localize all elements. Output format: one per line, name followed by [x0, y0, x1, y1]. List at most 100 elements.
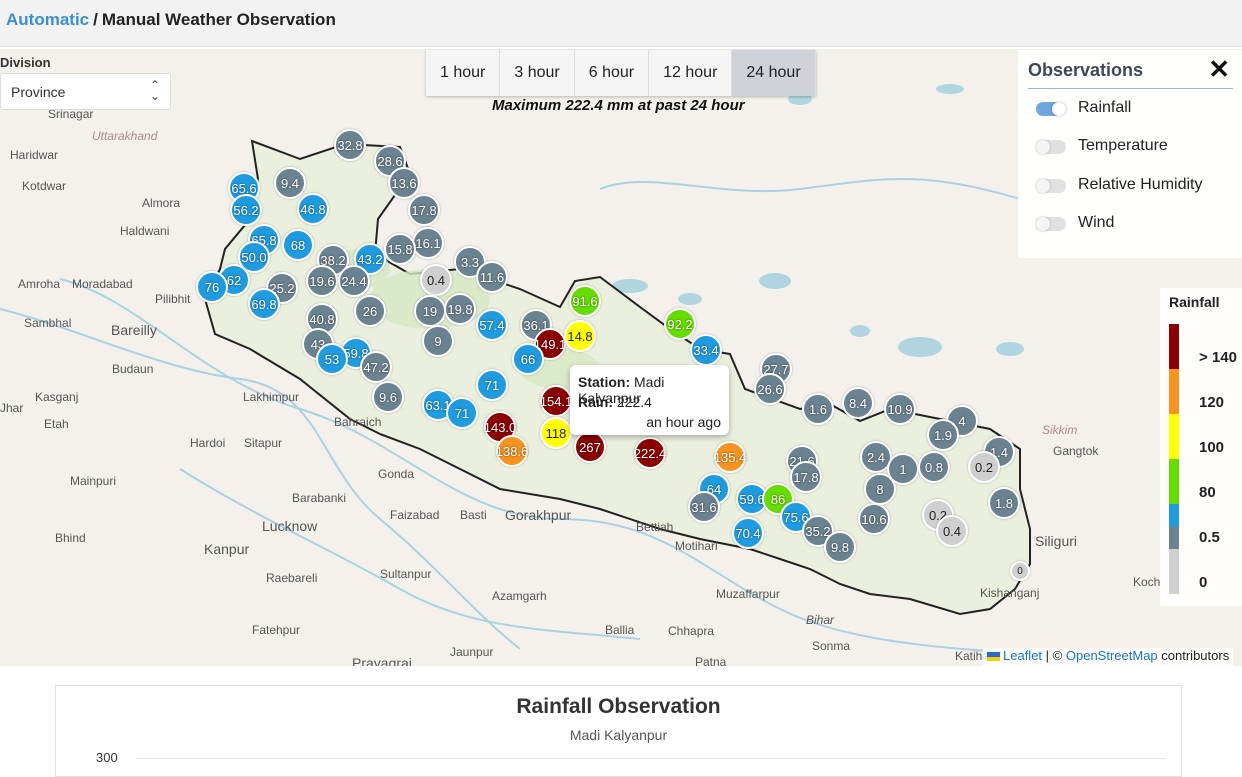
- toggle-switch[interactable]: [1036, 217, 1066, 231]
- rainfall-marker[interactable]: 31.6: [688, 491, 720, 523]
- rainfall-marker[interactable]: 76: [196, 271, 228, 303]
- rainfall-marker[interactable]: 71: [446, 397, 478, 429]
- place-label: Lucknow: [262, 518, 318, 534]
- place-label: Gonda: [378, 467, 415, 481]
- place-label: Raebareli: [266, 571, 318, 585]
- ukraine-flag-icon: [987, 652, 1000, 662]
- rainfall-marker[interactable]: 47.2: [360, 351, 392, 383]
- rainfall-marker[interactable]: 10.9: [884, 393, 916, 425]
- rainfall-marker[interactable]: 11.6: [476, 261, 508, 293]
- tab-24-hour[interactable]: 24 hour: [732, 50, 816, 96]
- close-icon[interactable]: ✕: [1208, 54, 1230, 85]
- rainfall-marker[interactable]: 32.8: [334, 129, 366, 161]
- place-label: Moradabad: [72, 277, 133, 291]
- tab-6-hour[interactable]: 6 hour: [575, 50, 650, 96]
- rainfall-marker[interactable]: 0.2: [968, 451, 1000, 483]
- rainfall-marker[interactable]: 0.8: [918, 451, 950, 483]
- popup-station-label: Station:: [578, 374, 631, 390]
- rainfall-marker[interactable]: 19.8: [444, 293, 476, 325]
- rainfall-marker[interactable]: 19.6: [306, 265, 338, 297]
- station-popup: Station: Madi Kalyanpur Rain: 222.4 an h…: [570, 365, 729, 435]
- place-label: Uttarakhand: [92, 129, 158, 143]
- rainfall-marker[interactable]: 92.2: [664, 308, 696, 340]
- rainfall-marker[interactable]: 53: [316, 343, 348, 375]
- place-label: Almora: [142, 196, 181, 210]
- chart-subtitle: Madi Kalyanpur: [569, 727, 668, 743]
- legend-tick: 80: [1199, 484, 1216, 501]
- rainfall-marker[interactable]: 14.8: [564, 320, 596, 352]
- legend-tick: 0.5: [1199, 529, 1220, 546]
- rainfall-marker[interactable]: 8: [864, 473, 896, 505]
- rainfall-marker[interactable]: 138.6: [496, 435, 528, 467]
- place-label: Lakhimpur: [243, 390, 300, 404]
- rainfall-marker[interactable]: 9: [422, 325, 454, 357]
- rainfall-marker[interactable]: 0.4: [936, 515, 968, 547]
- division-select[interactable]: Province ⌃ ⌄: [0, 73, 171, 110]
- rainfall-marker[interactable]: 267: [574, 431, 606, 463]
- leaflet-link[interactable]: Leaflet: [1003, 648, 1042, 663]
- tab-1-hour[interactable]: 1 hour: [426, 50, 501, 96]
- map-attribution: Leaflet | © OpenStreetMap contributors: [983, 648, 1234, 666]
- place-label: Chhapra: [668, 624, 715, 638]
- max-rainfall-text: Maximum 222.4 mm at past 24 hour: [492, 97, 745, 114]
- rainfall-marker[interactable]: 9.4: [274, 167, 306, 199]
- rainfall-marker[interactable]: 8.4: [842, 387, 874, 419]
- place-label: Jhar: [0, 401, 24, 415]
- rainfall-marker[interactable]: 9.8: [824, 531, 856, 563]
- rainfall-marker[interactable]: 26: [354, 295, 386, 327]
- rainfall-marker[interactable]: 68: [282, 229, 314, 261]
- rainfall-marker[interactable]: 57.4: [476, 309, 508, 341]
- place-label: Sultanpur: [380, 567, 432, 581]
- rainfall-marker[interactable]: 10.6: [858, 503, 890, 535]
- rainfall-marker[interactable]: 118: [540, 417, 572, 449]
- rainfall-marker[interactable]: 0.4: [420, 264, 452, 296]
- tab-12-hour[interactable]: 12 hour: [649, 50, 733, 96]
- division-label: Division: [0, 55, 51, 70]
- rainfall-marker[interactable]: 70.4: [732, 517, 764, 549]
- popup-rain-value: 222.4: [616, 394, 652, 410]
- place-label: Haridwar: [10, 148, 59, 162]
- rainfall-marker[interactable]: 154.1: [540, 385, 572, 417]
- rainfall-marker[interactable]: 1.9: [927, 419, 959, 451]
- place-label: Siliguri: [1035, 533, 1078, 549]
- rainfall-marker[interactable]: 0: [1010, 561, 1030, 581]
- osm-link[interactable]: OpenStreetMap: [1066, 648, 1158, 663]
- rainfall-marker[interactable]: 46.8: [297, 193, 329, 225]
- rainfall-marker[interactable]: 16.1: [412, 227, 444, 259]
- rainfall-marker[interactable]: 66: [512, 343, 544, 375]
- place-label: Gorakhpur: [505, 507, 572, 523]
- rainfall-marker[interactable]: 1.6: [802, 393, 834, 425]
- rainfall-marker[interactable]: 33.4: [690, 334, 722, 366]
- rainfall-marker[interactable]: 135.4: [714, 441, 746, 473]
- place-label: Kanpur: [204, 541, 250, 557]
- tab-3-hour[interactable]: 3 hour: [500, 50, 575, 96]
- breadcrumb-automatic-link[interactable]: Automatic: [6, 10, 89, 29]
- observations-panel: Observations ✕ Rainfall Temperature Rela…: [1018, 50, 1242, 258]
- place-label: Budaun: [112, 362, 154, 376]
- rainfall-marker[interactable]: 1.8: [988, 487, 1020, 519]
- toggle-label: Relative Humidity: [1078, 176, 1203, 193]
- rainfall-marker[interactable]: 56.2: [230, 194, 262, 226]
- place-label: Prayagraj: [352, 655, 412, 666]
- place-label: Kishanganj: [980, 586, 1040, 600]
- rainfall-marker[interactable]: 9.6: [372, 381, 404, 413]
- place-label: Patna: [695, 655, 727, 666]
- toggle-switch[interactable]: [1036, 179, 1066, 193]
- rainfall-marker[interactable]: 13.6: [388, 167, 420, 199]
- place-label: Motihari: [675, 539, 718, 553]
- place-label: Pilibhit: [155, 292, 191, 306]
- rainfall-marker[interactable]: 17.8: [790, 461, 822, 493]
- rainfall-marker[interactable]: 15.8: [384, 233, 416, 265]
- rainfall-marker[interactable]: 26.6: [754, 373, 786, 405]
- rainfall-marker[interactable]: 71: [476, 369, 508, 401]
- breadcrumb: Automatic / Manual Weather Observation: [6, 10, 336, 30]
- rainfall-marker[interactable]: 19: [414, 295, 446, 327]
- rainfall-marker[interactable]: 222.4: [634, 437, 666, 469]
- rainfall-marker[interactable]: 91.6: [569, 285, 601, 317]
- toggle-switch[interactable]: [1036, 102, 1066, 116]
- legend-tick: 120: [1199, 394, 1225, 411]
- rainfall-marker[interactable]: 24.4: [338, 265, 370, 297]
- rainfall-marker[interactable]: 17.8: [408, 194, 440, 226]
- rainfall-marker[interactable]: 69.8: [248, 288, 280, 320]
- toggle-switch[interactable]: [1036, 140, 1066, 154]
